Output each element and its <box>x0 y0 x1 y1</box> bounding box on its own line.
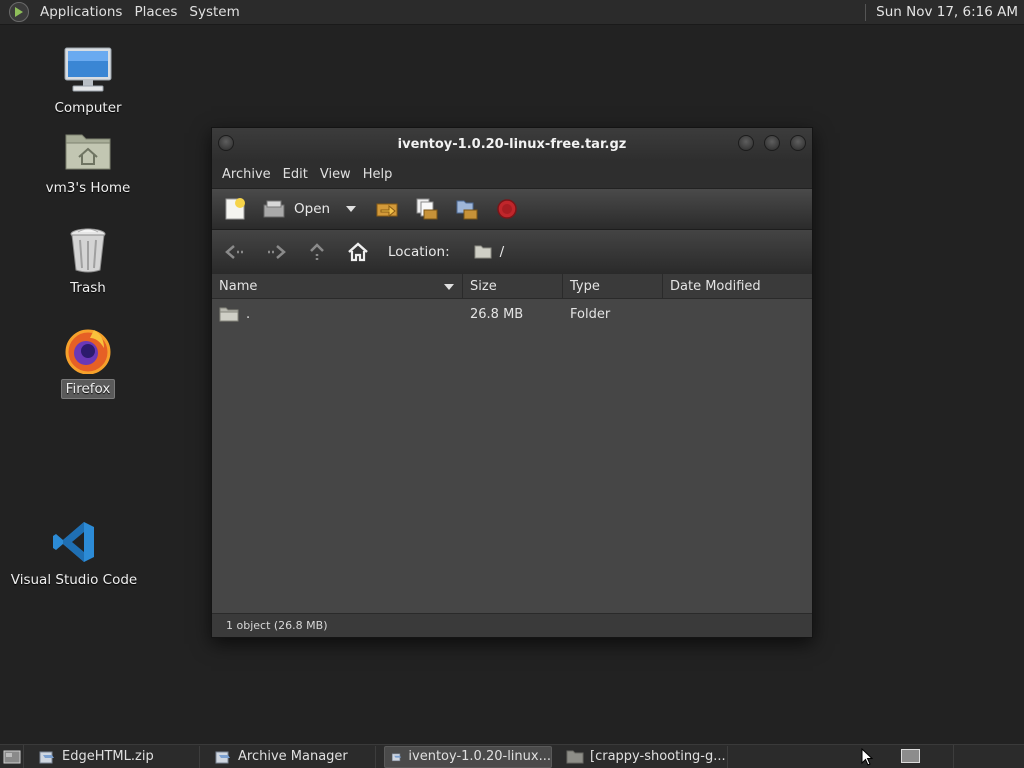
menu-help[interactable]: Help <box>360 167 396 182</box>
archive-manager-icon <box>39 751 54 763</box>
toolbar: Open <box>212 188 812 230</box>
show-desktop-button[interactable] <box>0 744 24 768</box>
menu-archive[interactable]: Archive <box>219 167 274 182</box>
vscode-icon <box>48 516 100 568</box>
mouse-cursor-icon <box>861 748 873 766</box>
folder-icon <box>219 307 239 322</box>
desktop-icon-trash[interactable]: Trash <box>23 224 153 297</box>
system-menu[interactable]: System <box>183 4 245 20</box>
status-text: 1 object (26.8 MB) <box>226 619 328 632</box>
location-path[interactable]: / <box>474 244 505 260</box>
new-archive-icon <box>225 198 245 220</box>
panel-separator <box>953 745 954 768</box>
folder-icon <box>474 245 492 259</box>
window-title: iventoy-1.0.20-linux-free.tar.gz <box>397 137 627 152</box>
location-label: Location: <box>388 244 450 260</box>
column-date-label: Date Modified <box>670 278 761 294</box>
taskbar-item[interactable]: EdgeHTML.zip <box>32 745 200 768</box>
firefox-icon <box>62 324 114 376</box>
column-name[interactable]: Name <box>212 274 463 298</box>
desktop-icon-vscode[interactable]: Visual Studio Code <box>9 516 139 589</box>
minimize-button[interactable] <box>738 135 754 151</box>
desktop-icon-firefox[interactable]: Firefox <box>23 324 153 399</box>
menubar: Archive Edit View Help <box>212 161 812 188</box>
column-name-label: Name <box>219 278 258 294</box>
stop-button[interactable] <box>494 196 520 222</box>
trash-icon <box>62 224 114 276</box>
taskbar-item-label: EdgeHTML.zip <box>62 749 154 764</box>
table-row[interactable]: . 26.8 MB Folder <box>212 299 812 329</box>
archive-manager-window: iventoy-1.0.20-linux-free.tar.gz Archive… <box>211 127 813 638</box>
desktop-icon-label: Visual Studio Code <box>10 572 138 588</box>
menu-view[interactable]: View <box>317 167 354 182</box>
location-path-text: / <box>499 244 505 260</box>
forward-button[interactable] <box>265 241 287 263</box>
open-archive-icon <box>263 200 285 218</box>
desktop-icon-label: Computer <box>54 100 122 116</box>
cell-type: Folder <box>570 306 611 322</box>
archive-manager-icon <box>391 753 402 761</box>
back-button[interactable] <box>224 241 246 263</box>
extract-icon <box>376 203 398 218</box>
close-button[interactable] <box>790 135 806 151</box>
desktop-icon-label: Firefox <box>60 379 116 399</box>
location-bar: Location: / <box>212 230 812 274</box>
desktop-icon-label: Trash <box>70 280 106 296</box>
maximize-button[interactable] <box>764 135 780 151</box>
file-name: . <box>246 306 251 322</box>
open-dropdown-button[interactable] <box>344 196 358 222</box>
taskbar-item[interactable]: [crappy-shooting-g... <box>560 745 728 768</box>
home-icon <box>348 242 368 262</box>
home-folder-icon <box>62 124 114 176</box>
add-folder-button[interactable] <box>454 196 480 222</box>
taskbar-item[interactable]: Archive Manager <box>208 745 376 768</box>
places-menu[interactable]: Places <box>128 4 183 20</box>
file-list-header: Name Size Type Date Modified <box>212 274 812 299</box>
home-button[interactable] <box>347 241 369 263</box>
statusbar: 1 object (26.8 MB) <box>212 613 812 637</box>
desktop-icon-computer[interactable]: Computer <box>23 44 153 117</box>
new-archive-button[interactable] <box>222 196 248 222</box>
taskbar-item-label: iventoy-1.0.20-linux... <box>408 749 551 764</box>
add-folder-icon <box>456 200 478 220</box>
file-list: . 26.8 MB Folder <box>212 299 812 615</box>
up-button[interactable] <box>306 241 328 263</box>
panel-separator <box>865 3 867 21</box>
folder-icon <box>566 750 584 763</box>
cell-size: 26.8 MB <box>470 306 524 322</box>
open-button[interactable]: Open <box>262 199 330 219</box>
column-date-modified[interactable]: Date Modified <box>663 274 812 298</box>
clock[interactable]: Sun Nov 17, 6:16 AM <box>876 4 1018 20</box>
show-desktop-icon <box>3 750 20 763</box>
open-button-label: Open <box>294 201 331 217</box>
menu-edit[interactable]: Edit <box>280 167 311 182</box>
column-size-label: Size <box>470 278 497 294</box>
top-panel: Applications Places System Sun Nov 17, 6… <box>0 0 1024 25</box>
taskbar-item-label: Archive Manager <box>238 749 348 764</box>
taskbar-item-active[interactable]: iventoy-1.0.20-linux... <box>384 745 552 768</box>
back-arrow-icon <box>225 245 243 259</box>
column-type-label: Type <box>570 278 600 294</box>
column-type[interactable]: Type <box>563 274 663 298</box>
stop-icon <box>497 199 517 219</box>
window-titlebar[interactable]: iventoy-1.0.20-linux-free.tar.gz <box>212 128 812 161</box>
extract-button[interactable] <box>374 196 400 222</box>
archive-manager-icon <box>215 751 230 763</box>
desktop-icon-home[interactable]: vm3's Home <box>23 124 153 197</box>
add-files-button[interactable] <box>414 196 440 222</box>
up-arrow-icon <box>310 243 324 260</box>
computer-icon <box>62 44 114 96</box>
chevron-down-icon <box>346 206 357 212</box>
cell-name: . <box>212 306 463 322</box>
applications-menu[interactable]: Applications <box>34 4 128 20</box>
window-menu-button[interactable] <box>218 135 234 151</box>
desktop-icon-label: vm3's Home <box>45 180 131 196</box>
add-files-icon <box>416 198 438 220</box>
taskbar-item-label: [crappy-shooting-g... <box>590 749 726 764</box>
column-size[interactable]: Size <box>463 274 563 298</box>
distro-logo-icon[interactable] <box>9 2 29 22</box>
sort-descending-icon <box>444 284 454 290</box>
forward-arrow-icon <box>268 245 286 259</box>
workspace-switcher[interactable] <box>901 749 920 763</box>
